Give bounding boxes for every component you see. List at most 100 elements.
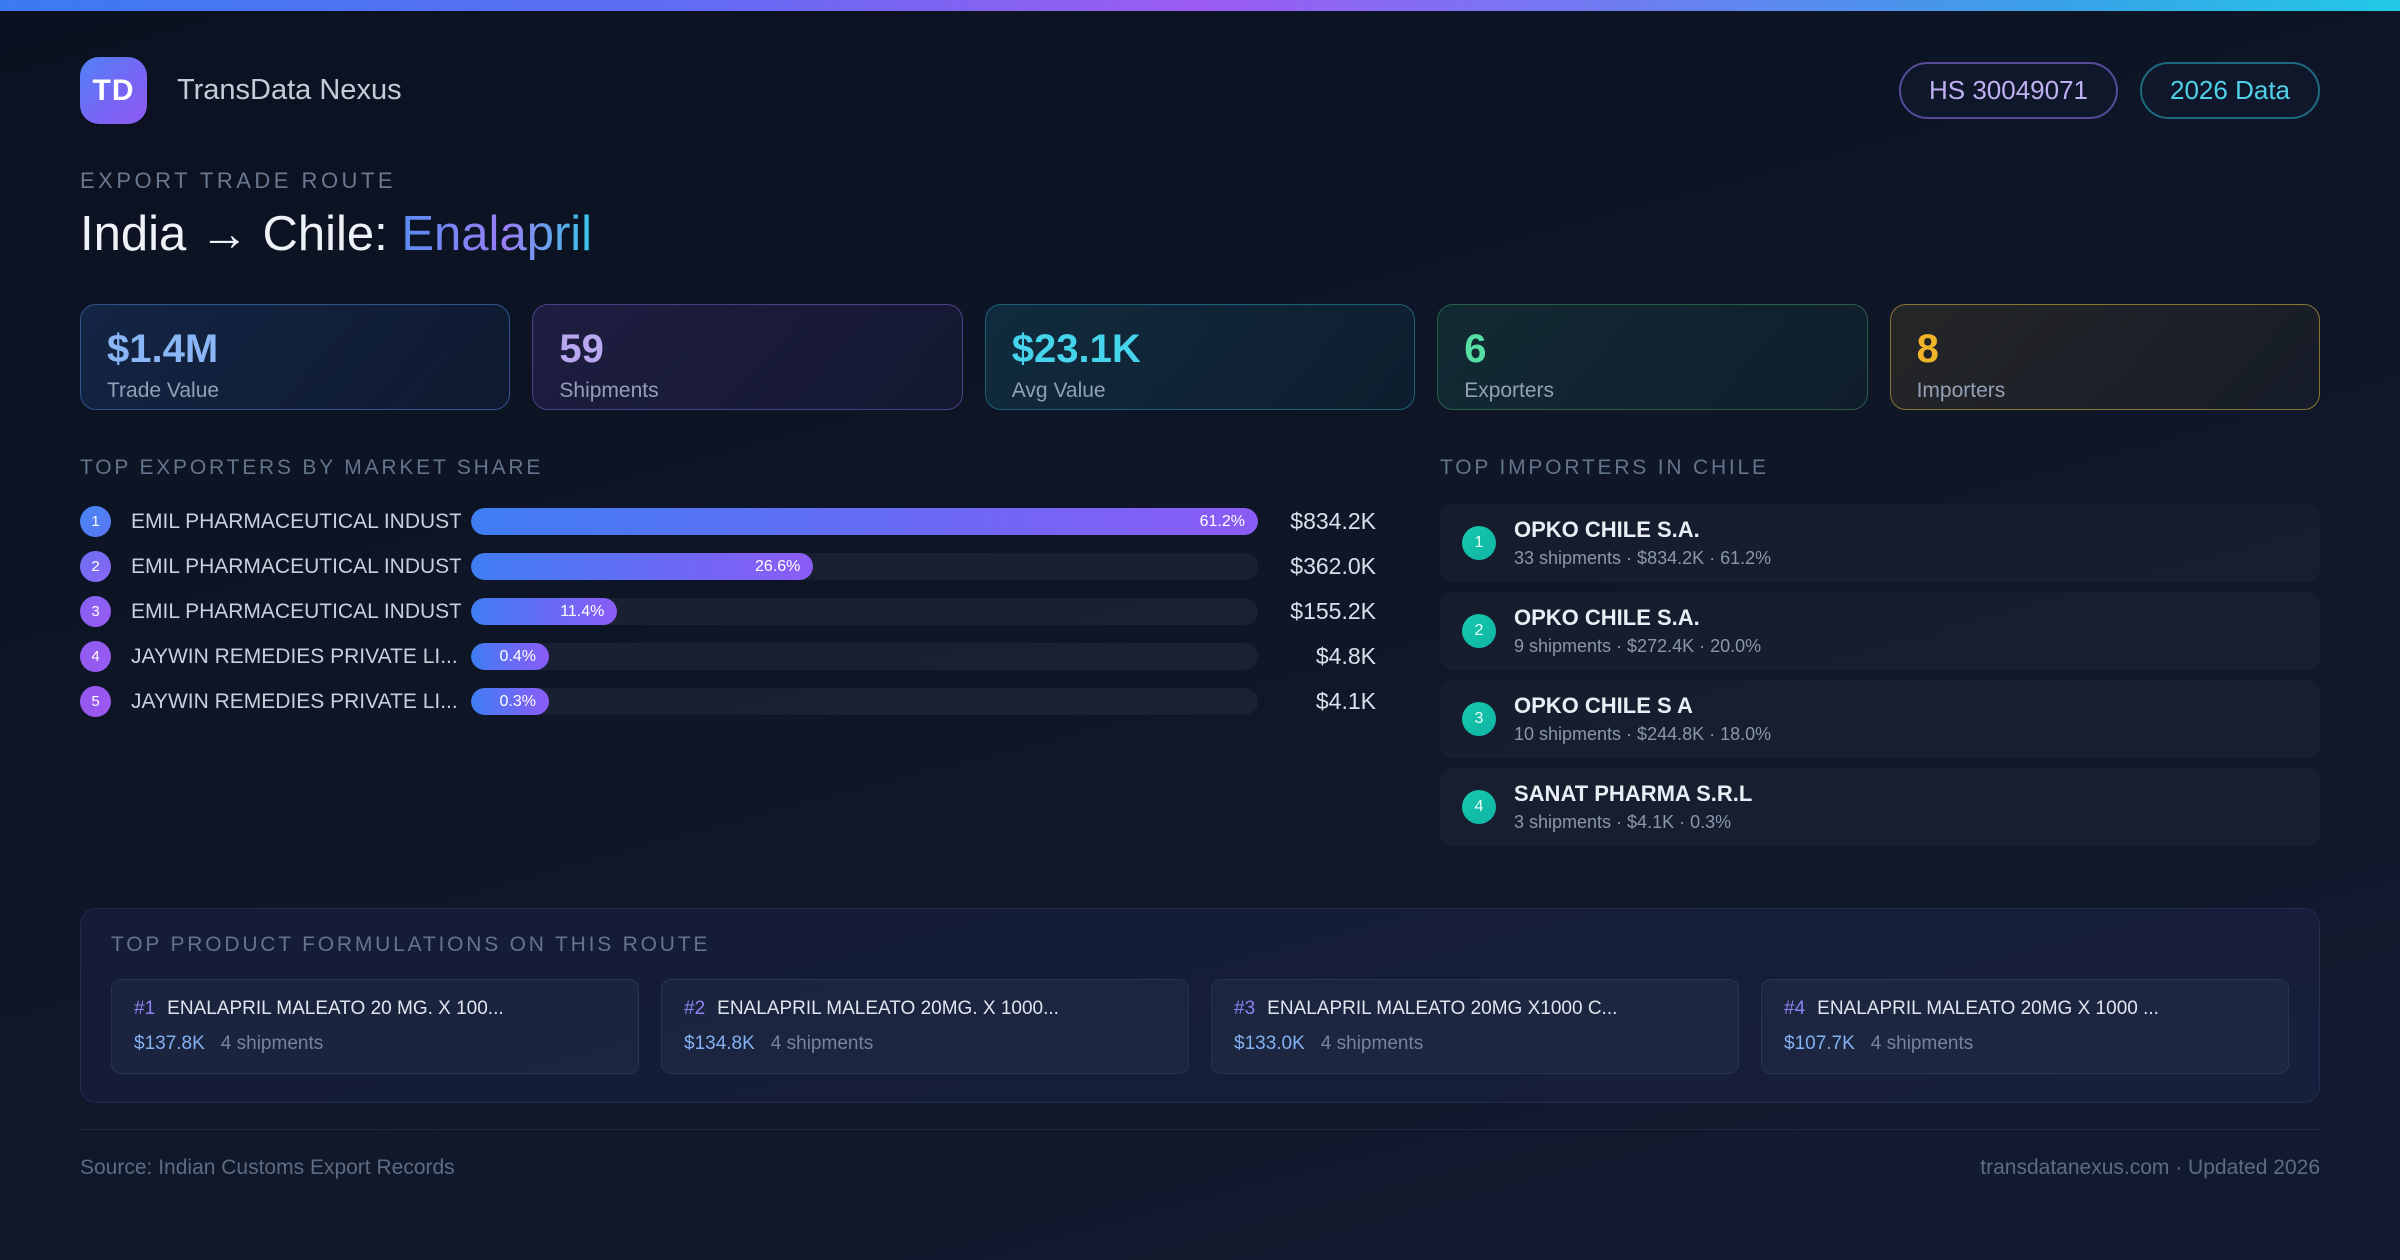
rank-badge: 3 bbox=[1462, 702, 1496, 736]
stat-card-shipments: 59 Shipments bbox=[532, 304, 963, 410]
importer-name: OPKO CHILE S.A. bbox=[1514, 605, 1700, 630]
stat-value: 59 bbox=[559, 327, 604, 371]
exporter-value: $834.2K bbox=[1290, 508, 1376, 534]
market-share-bar-track: 26.6% bbox=[471, 553, 1258, 580]
share-percent-label: 61.2% bbox=[1199, 512, 1245, 530]
exporter-row[interactable]: 3 EMIL PHARMACEUTICAL INDUST... 11.4% $1… bbox=[80, 596, 1376, 627]
exporter-row[interactable]: 1 EMIL PHARMACEUTICAL INDUST... 61.2% $8… bbox=[80, 506, 1376, 537]
importer-row[interactable]: 4 SANAT PHARMA S.R.L 3 shipments · $4.1K… bbox=[1440, 768, 2320, 846]
accent-gradient-bar bbox=[0, 0, 2400, 11]
stat-card-avg-value: $23.1K Avg Value bbox=[984, 304, 1416, 410]
exporter-row[interactable]: 5 JAYWIN REMEDIES PRIVATE LI... 0.3% $4.… bbox=[80, 686, 1376, 717]
importer-meta: 3 shipments · $4.1K · 0.3% bbox=[1514, 812, 1732, 832]
importer-name: SANAT PHARMA S.R.L bbox=[1514, 781, 1753, 806]
importer-row[interactable]: 3 OPKO CHILE S A 10 shipments · $244.8K … bbox=[1440, 680, 2320, 758]
share-percent-label: 0.4% bbox=[499, 647, 536, 665]
market-share-bar: 11.4% bbox=[471, 598, 618, 625]
app-logo[interactable]: TD bbox=[80, 57, 147, 124]
product-rank: #2 bbox=[684, 998, 706, 1019]
stat-label: Avg Value bbox=[1011, 379, 1106, 402]
title-route: India → Chile: bbox=[80, 207, 402, 261]
market-share-bar-track: 0.3% bbox=[471, 688, 1258, 715]
product-name: ENALAPRIL MALEATO 20MG X1000 C... bbox=[1267, 998, 1618, 1019]
product-title-line: #3 ENALAPRIL MALEATO 20MG X1000 C... bbox=[1234, 998, 1716, 1020]
market-share-bar: 26.6% bbox=[471, 553, 814, 580]
rank-badge: 3 bbox=[80, 596, 111, 627]
page-title: India → Chile: Enalapril bbox=[80, 206, 2320, 262]
product-card[interactable]: #3 ENALAPRIL MALEATO 20MG X1000 C... $13… bbox=[1211, 979, 1739, 1074]
product-value: $133.0K bbox=[1234, 1033, 1305, 1054]
product-value: $137.8K bbox=[134, 1033, 205, 1054]
rank-badge: 1 bbox=[1462, 526, 1496, 560]
exporter-row[interactable]: 2 EMIL PHARMACEUTICAL INDUST... 26.6% $3… bbox=[80, 551, 1376, 582]
footer: Source: Indian Customs Export Records tr… bbox=[80, 1129, 2320, 1180]
exporter-value: $4.1K bbox=[1315, 688, 1376, 714]
footer-source: Source: Indian Customs Export Records bbox=[80, 1156, 455, 1179]
share-percent-label: 11.4% bbox=[560, 602, 605, 620]
market-share-bar-track: 11.4% bbox=[471, 598, 1258, 625]
product-title-line: #1 ENALAPRIL MALEATO 20 MG. X 100... bbox=[134, 998, 616, 1020]
importer-name: OPKO CHILE S.A. bbox=[1514, 517, 1700, 542]
header: TD TransData Nexus HS 30049071 2026 Data bbox=[80, 57, 2320, 124]
footer-site: transdatanexus.com · Updated 2026 bbox=[1980, 1156, 2320, 1179]
product-card[interactable]: #1 ENALAPRIL MALEATO 20 MG. X 100... $13… bbox=[111, 979, 639, 1074]
year-data-badge[interactable]: 2026 Data bbox=[2140, 62, 2320, 119]
product-rank: #1 bbox=[134, 998, 156, 1019]
share-percent-label: 0.3% bbox=[499, 692, 536, 710]
dashboard-page: TD TransData Nexus HS 30049071 2026 Data… bbox=[0, 57, 2400, 1180]
importer-row[interactable]: 1 OPKO CHILE S.A. 33 shipments · $834.2K… bbox=[1440, 504, 2320, 582]
importer-list: 1 OPKO CHILE S.A. 33 shipments · $834.2K… bbox=[1440, 504, 2320, 846]
product-name: ENALAPRIL MALEATO 20MG. X 1000... bbox=[717, 998, 1059, 1019]
product-value: $134.8K bbox=[684, 1033, 755, 1054]
exporter-value: $4.8K bbox=[1315, 643, 1376, 669]
brand: TD TransData Nexus bbox=[80, 57, 402, 124]
product-card[interactable]: #4 ENALAPRIL MALEATO 20MG X 1000 ... $10… bbox=[1761, 979, 2289, 1074]
stat-value: $1.4M bbox=[107, 327, 219, 371]
importer-info: SANAT PHARMA S.R.L 3 shipments · $4.1K ·… bbox=[1514, 781, 1752, 833]
share-percent-label: 26.6% bbox=[754, 557, 801, 575]
importers-heading: TOP IMPORTERS IN CHILE bbox=[1440, 456, 1769, 479]
importer-name: OPKO CHILE S A bbox=[1514, 693, 1693, 718]
importer-info: OPKO CHILE S.A. 33 shipments · $834.2K ·… bbox=[1514, 517, 1771, 569]
product-title-line: #4 ENALAPRIL MALEATO 20MG X 1000 ... bbox=[1784, 998, 2266, 1020]
market-share-bar: 0.3% bbox=[471, 688, 549, 715]
market-share-bar-track: 0.4% bbox=[471, 643, 1258, 670]
stat-label: Exporters bbox=[1464, 379, 1555, 402]
exporters-heading: TOP EXPORTERS BY MARKET SHARE bbox=[80, 456, 544, 479]
product-card-grid: #1 ENALAPRIL MALEATO 20 MG. X 100... $13… bbox=[111, 979, 2289, 1074]
stat-card-trade-value: $1.4M Trade Value bbox=[80, 304, 511, 410]
exporter-row[interactable]: 4 JAYWIN REMEDIES PRIVATE LI... 0.4% $4.… bbox=[80, 641, 1376, 672]
rank-badge: 5 bbox=[80, 686, 111, 717]
exporter-name: EMIL PHARMACEUTICAL INDUST... bbox=[131, 599, 461, 623]
stat-card-importers: 8 Importers bbox=[1889, 304, 2320, 410]
importer-meta: 33 shipments · $834.2K · 61.2% bbox=[1514, 548, 1772, 568]
hs-code-badge[interactable]: HS 30049071 bbox=[1898, 62, 2119, 119]
product-stats-line: $133.0K 4 shipments bbox=[1234, 1033, 1716, 1055]
rank-badge: 4 bbox=[1462, 790, 1496, 824]
product-name: ENALAPRIL MALEATO 20 MG. X 100... bbox=[167, 998, 504, 1019]
rank-badge: 2 bbox=[80, 551, 111, 582]
importer-row[interactable]: 2 OPKO CHILE S.A. 9 shipments · $272.4K … bbox=[1440, 592, 2320, 670]
product-value: $107.7K bbox=[1784, 1033, 1855, 1054]
stat-label: Shipments bbox=[559, 379, 659, 402]
exporter-name: JAYWIN REMEDIES PRIVATE LI... bbox=[131, 644, 458, 668]
exporter-value: $362.0K bbox=[1290, 553, 1376, 579]
product-shipments: 4 shipments bbox=[220, 1033, 324, 1054]
stat-cards: $1.4M Trade Value 59 Shipments $23.1K Av… bbox=[80, 304, 2320, 410]
importer-info: OPKO CHILE S.A. 9 shipments · $272.4K · … bbox=[1514, 605, 1761, 657]
product-stats-line: $137.8K 4 shipments bbox=[134, 1033, 616, 1055]
importer-meta: 9 shipments · $272.4K · 20.0% bbox=[1514, 636, 1762, 656]
title-product: Enalapril bbox=[401, 207, 593, 261]
app-name: TransData Nexus bbox=[177, 74, 402, 106]
product-card[interactable]: #2 ENALAPRIL MALEATO 20MG. X 1000... $13… bbox=[661, 979, 1189, 1074]
rank-badge: 1 bbox=[80, 506, 111, 537]
eyebrow-label: EXPORT TRADE ROUTE bbox=[80, 168, 397, 193]
exporter-name: EMIL PHARMACEUTICAL INDUST... bbox=[131, 554, 461, 578]
products-heading: TOP PRODUCT FORMULATIONS ON THIS ROUTE bbox=[111, 933, 711, 956]
stat-label: Trade Value bbox=[107, 379, 220, 402]
header-badges: HS 30049071 2026 Data bbox=[1898, 62, 2320, 119]
stat-card-exporters: 6 Exporters bbox=[1437, 304, 1868, 410]
market-share-bar: 61.2% bbox=[471, 508, 1258, 535]
stat-value: 6 bbox=[1464, 327, 1487, 371]
product-title-line: #2 ENALAPRIL MALEATO 20MG. X 1000... bbox=[684, 998, 1166, 1020]
